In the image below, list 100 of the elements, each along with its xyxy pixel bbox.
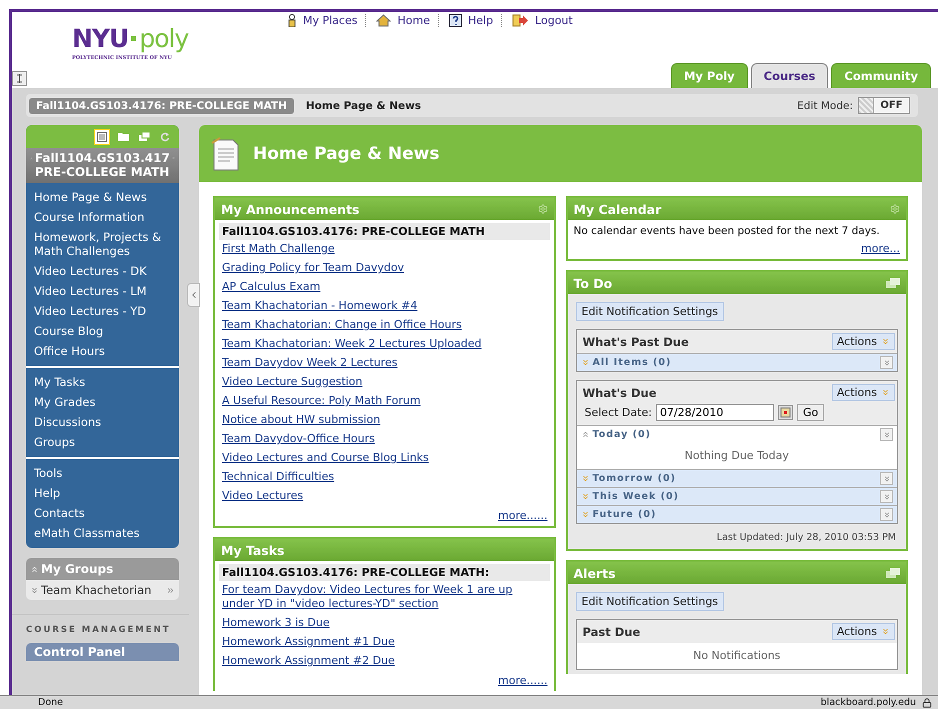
lock-icon: [922, 698, 932, 708]
menu-item[interactable]: Groups: [26, 432, 179, 452]
chevrons-down-icon: [882, 510, 890, 518]
document-icon: [211, 136, 241, 170]
nav-link[interactable]: Logout: [512, 14, 581, 27]
date-field[interactable]: 07/28/2010: [656, 404, 774, 421]
nav-link[interactable]: Help: [448, 14, 502, 27]
chevrons-down-icon: [882, 430, 890, 438]
actions-button[interactable]: Actions: [832, 623, 895, 640]
menu-item[interactable]: Home Page & News: [26, 187, 179, 207]
expand-icon[interactable]: [580, 510, 590, 519]
section-label: Future (0): [592, 509, 658, 520]
announcement-link[interactable]: Notice about HW submission: [219, 411, 550, 430]
collapse-handle[interactable]: [187, 283, 200, 307]
menu-item[interactable]: Discussions: [26, 412, 179, 432]
status-text: Done: [38, 696, 63, 709]
module-title: My Calendar: [574, 202, 662, 216]
announcement-link[interactable]: Homework Assignment #2 Due: [219, 652, 550, 671]
collapse-icon[interactable]: [580, 430, 590, 439]
collapse-icon[interactable]: [30, 564, 39, 574]
expand-icon[interactable]: [580, 358, 590, 367]
windows-icon: [886, 278, 900, 288]
announcement-link[interactable]: Technical Difficulties: [219, 468, 550, 487]
announcement-link[interactable]: Video Lecture Suggestion: [219, 373, 550, 392]
expand-toggle[interactable]: [880, 490, 893, 503]
announcement-link[interactable]: Video Lectures and Course Blog Links: [219, 449, 550, 468]
module-title: Alerts: [574, 566, 616, 580]
expand-toggle[interactable]: [880, 472, 893, 485]
nav-link[interactable]: Home: [376, 14, 439, 27]
more-link[interactable]: more......: [496, 671, 550, 688]
module-title: My Announcements: [221, 202, 360, 216]
chevrons-down-icon: [882, 474, 890, 482]
person-icon: [287, 14, 297, 27]
section-label: This Week (0): [592, 491, 680, 502]
announcement-link[interactable]: For team Davydov: Video Lectures for Week 1 are up under YD in "video lectures-YD" section: [219, 581, 550, 614]
menu-item[interactable]: Course Blog: [26, 321, 179, 341]
menu-item[interactable]: Video Lectures - LM: [26, 281, 179, 301]
go-button[interactable]: Go: [796, 404, 824, 421]
expand-icon[interactable]: [580, 492, 590, 501]
announcement-link[interactable]: Homework 3 is Due: [219, 614, 550, 633]
settings-icon[interactable]: [890, 204, 900, 214]
menu-item[interactable]: Office Hours: [26, 341, 179, 361]
breadcrumb-page: Home Page & News: [306, 100, 422, 112]
menu-item[interactable]: Video Lectures - YD: [26, 301, 179, 321]
menu-item[interactable]: Tools: [26, 463, 179, 483]
section-label: Today (0): [592, 429, 652, 440]
expand-toggle[interactable]: [880, 356, 893, 369]
announcement-link[interactable]: Team Davydov-Office Hours: [219, 430, 550, 449]
host-text: blackboard.poly.edu: [820, 696, 916, 709]
menu-item[interactable]: My Grades: [26, 392, 179, 412]
expand-icon: [30, 586, 39, 594]
actions-button[interactable]: Actions: [832, 384, 895, 401]
calendar-message: No calendar events have been posted for the next 7 days.: [572, 224, 881, 239]
menu-item[interactable]: Video Lectures - DK: [26, 261, 179, 281]
expand-toggle[interactable]: [880, 428, 893, 441]
announcement-link[interactable]: Team Khachatorian: Change in Office Hours: [219, 316, 550, 335]
announcement-link[interactable]: Team Davydov Week 2 Lectures: [219, 354, 550, 373]
menu-item[interactable]: Help: [26, 483, 179, 503]
group-title: What's Past Due: [582, 334, 689, 348]
notification-settings-button[interactable]: Edit Notification Settings: [576, 302, 724, 321]
last-updated: Last Updated: July 28, 2010 03:53 PM: [716, 532, 897, 545]
caret-icon: [881, 627, 890, 636]
announcement-link[interactable]: Video Lectures: [219, 487, 550, 506]
folder-icon: [118, 132, 128, 141]
announcement-link[interactable]: Homework Assignment #1 Due: [219, 633, 550, 652]
menu-item[interactable]: My Tasks: [26, 372, 179, 392]
resize-icon[interactable]: [12, 71, 27, 86]
notification-settings-button[interactable]: Edit Notification Settings: [576, 592, 724, 611]
announcement-link[interactable]: Team Khachatorian - Homework #4: [219, 297, 550, 316]
menu-item[interactable]: eMath Classmates: [26, 523, 179, 543]
group-title: What's Due: [582, 386, 657, 400]
refresh-icon: [160, 132, 170, 142]
expand-icon[interactable]: [580, 474, 590, 483]
settings-icon[interactable]: [538, 204, 548, 214]
edit-mode-label: Edit Mode:: [797, 100, 853, 112]
menu-item[interactable]: Homework, Projects & Math Challenges: [26, 227, 179, 261]
list-icon: [97, 132, 107, 142]
expand-toggle[interactable]: [880, 508, 893, 521]
announcement-link[interactable]: A Useful Resource: Poly Math Forum: [219, 392, 550, 411]
nav-tab[interactable]: Courses: [750, 63, 828, 88]
nav-link[interactable]: My Places: [287, 14, 366, 27]
announcement-link[interactable]: Team Khachatorian: Week 2 Lectures Uploaded: [219, 335, 550, 354]
edit-mode-toggle[interactable]: OFF: [858, 97, 910, 114]
windows-icon: [886, 568, 900, 578]
menu-item[interactable]: Contacts: [26, 503, 179, 523]
view-button[interactable]: [94, 128, 110, 144]
calendar-icon[interactable]: [778, 405, 793, 420]
actions-button[interactable]: Actions: [832, 333, 895, 350]
more-link[interactable]: more...: [859, 239, 902, 256]
caret-icon: [881, 388, 890, 397]
more-link[interactable]: more......: [496, 506, 550, 523]
group-name: Team Khachetorian: [41, 583, 152, 597]
empty-message: No Notifications: [576, 643, 897, 669]
logo: NYU poly: [72, 24, 190, 53]
course-heading: Fall1104.GS103.4176: PRE-COLLEGE MATH: [219, 223, 550, 240]
announcement-link[interactable]: Grading Policy for Team Davydov: [219, 259, 550, 278]
menu-item[interactable]: Course Information: [26, 207, 179, 227]
date-label: Select Date:: [584, 406, 652, 419]
announcement-link[interactable]: AP Calculus Exam: [219, 278, 550, 297]
announcement-link[interactable]: First Math Challenge: [219, 240, 550, 259]
